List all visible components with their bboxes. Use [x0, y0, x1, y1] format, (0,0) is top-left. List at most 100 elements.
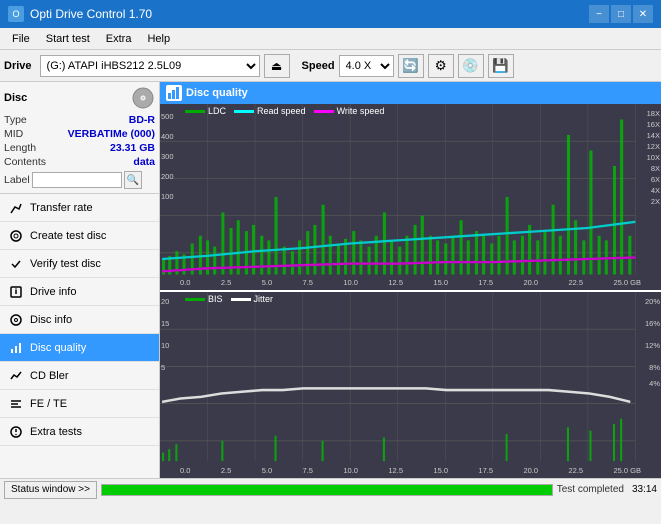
writespeed-legend: Write speed [314, 106, 385, 116]
y-right-12x: 12X [647, 142, 660, 151]
label-input[interactable] [32, 172, 122, 188]
sidebar-item-extra-tests[interactable]: Extra tests [0, 418, 159, 446]
drive-info-label: Drive info [30, 286, 76, 298]
type-value: BD-R [129, 114, 155, 126]
length-label: Length [4, 142, 36, 154]
menu-starttest[interactable]: Start test [38, 31, 98, 47]
sidebar-item-drive-info[interactable]: Drive info [0, 278, 159, 306]
x1-100: 10.0 [343, 278, 358, 290]
sidebar-item-disc-quality[interactable]: Disc quality [0, 334, 159, 362]
bis-legend: BIS [185, 294, 223, 304]
y-right-10x: 10X [647, 153, 660, 162]
x2-225: 22.5 [568, 466, 583, 478]
x2-25: 2.5 [221, 466, 231, 478]
y-right-16x: 16X [647, 120, 660, 129]
ldc-color [185, 110, 205, 113]
y2-left-15: 15 [161, 319, 169, 328]
readspeed-color [234, 110, 254, 113]
x1-175: 17.5 [478, 278, 493, 290]
chart-area: Disc quality LDC Read speed [160, 82, 661, 478]
menu-file[interactable]: File [4, 31, 38, 47]
y2-right-20pct: 20% [645, 297, 660, 306]
x1-225: 22.5 [568, 278, 583, 290]
main-content: Disc Type BD-R MID VERBATIMe (000) Leng [0, 82, 661, 478]
x2-100: 10.0 [343, 466, 358, 478]
create-test-disc-label: Create test disc [30, 230, 106, 242]
app-icon: O [8, 6, 24, 22]
x1-0: 0.0 [180, 278, 190, 290]
drive-label: Drive [4, 60, 32, 72]
close-button[interactable]: ✕ [633, 5, 653, 23]
disc-info-icon [8, 312, 24, 328]
y-right-2x: 2X [651, 197, 660, 206]
jitter-label: Jitter [254, 294, 274, 304]
refresh-button[interactable]: 🔄 [398, 54, 424, 78]
eject-button[interactable]: ⏏ [264, 54, 290, 78]
chart2-legend: BIS Jitter [185, 294, 273, 304]
disc-quality-icon [8, 340, 24, 356]
readspeed-legend: Read speed [234, 106, 306, 116]
y2-left-5: 5 [161, 363, 165, 372]
writespeed-color [314, 110, 334, 113]
jitter-color [231, 298, 251, 301]
status-bar: Status window >> Test completed 33:14 [0, 478, 661, 500]
jitter-legend: Jitter [231, 294, 274, 304]
fe-te-icon [8, 396, 24, 412]
transfer-rate-label: Transfer rate [30, 202, 93, 214]
chart1-legend: LDC Read speed Write speed [185, 106, 384, 116]
disc-title: Disc [4, 92, 27, 104]
nav-items: Transfer rate Create test disc Verify test… [0, 194, 159, 446]
y2-right-16pct: 16% [645, 319, 660, 328]
x2-50: 5.0 [262, 466, 272, 478]
chart2: BIS Jitter [160, 292, 661, 478]
sidebar-item-cd-bler[interactable]: CD Bler [0, 362, 159, 390]
create-test-disc-icon [8, 228, 24, 244]
x2-125: 12.5 [388, 466, 403, 478]
menu-extra[interactable]: Extra [98, 31, 140, 47]
y-left-100: 100 [161, 192, 174, 201]
status-text: Test completed [557, 484, 624, 495]
cd-icon-button[interactable]: 💿 [458, 54, 484, 78]
settings-button[interactable]: ⚙ [428, 54, 454, 78]
chart2-xaxis: 0.0 2.5 5.0 7.5 10.0 12.5 15.0 17.5 20.0… [160, 466, 661, 478]
x1-50: 5.0 [262, 278, 272, 290]
x1-250: 25.0 GB [613, 278, 641, 290]
disc-quality-label: Disc quality [30, 342, 86, 354]
status-window-button[interactable]: Status window >> [4, 481, 97, 499]
drive-select[interactable]: (G:) ATAPI iHBS212 2.5L09 [40, 55, 260, 77]
sidebar-item-disc-info[interactable]: Disc info [0, 306, 159, 334]
contents-value: data [133, 156, 155, 168]
y2-left-20: 20 [161, 297, 169, 306]
sidebar-item-fe-te[interactable]: FE / TE [0, 390, 159, 418]
label-search-button[interactable]: 🔍 [124, 171, 142, 189]
status-time: 33:14 [632, 484, 657, 495]
cd-bler-label: CD Bler [30, 370, 69, 382]
transfer-rate-icon [8, 200, 24, 216]
y-right-8x: 8X [651, 164, 660, 173]
sidebar-item-create-test-disc[interactable]: Create test disc [0, 222, 159, 250]
menu-help[interactable]: Help [139, 31, 178, 47]
speed-select[interactable]: 4.0 X [339, 55, 394, 77]
y2-right-4pct: 4% [649, 379, 660, 388]
drive-toolbar: Drive (G:) ATAPI iHBS212 2.5L09 ⏏ Speed … [0, 50, 661, 82]
y-left-200: 200 [161, 172, 174, 181]
sidebar-item-transfer-rate[interactable]: Transfer rate [0, 194, 159, 222]
type-label: Type [4, 114, 27, 126]
maximize-button[interactable]: □ [611, 5, 631, 23]
bis-color [185, 298, 205, 301]
chart-header-icon [166, 85, 182, 101]
save-button[interactable]: 💾 [488, 54, 514, 78]
chart2-svg [160, 292, 661, 478]
chart-title: Disc quality [186, 87, 248, 99]
x1-200: 20.0 [523, 278, 538, 290]
writespeed-label: Write speed [337, 106, 385, 116]
sidebar-item-verify-test-disc[interactable]: Verify test disc [0, 250, 159, 278]
cd-bler-icon [8, 368, 24, 384]
chart1-svg [160, 104, 661, 290]
y-left-500: 500 [161, 112, 174, 121]
app-title: Opti Drive Control 1.70 [30, 7, 152, 21]
contents-label: Contents [4, 156, 46, 168]
minimize-button[interactable]: − [589, 5, 609, 23]
y-right-4x: 4X [651, 186, 660, 195]
disc-info-label: Disc info [30, 314, 72, 326]
